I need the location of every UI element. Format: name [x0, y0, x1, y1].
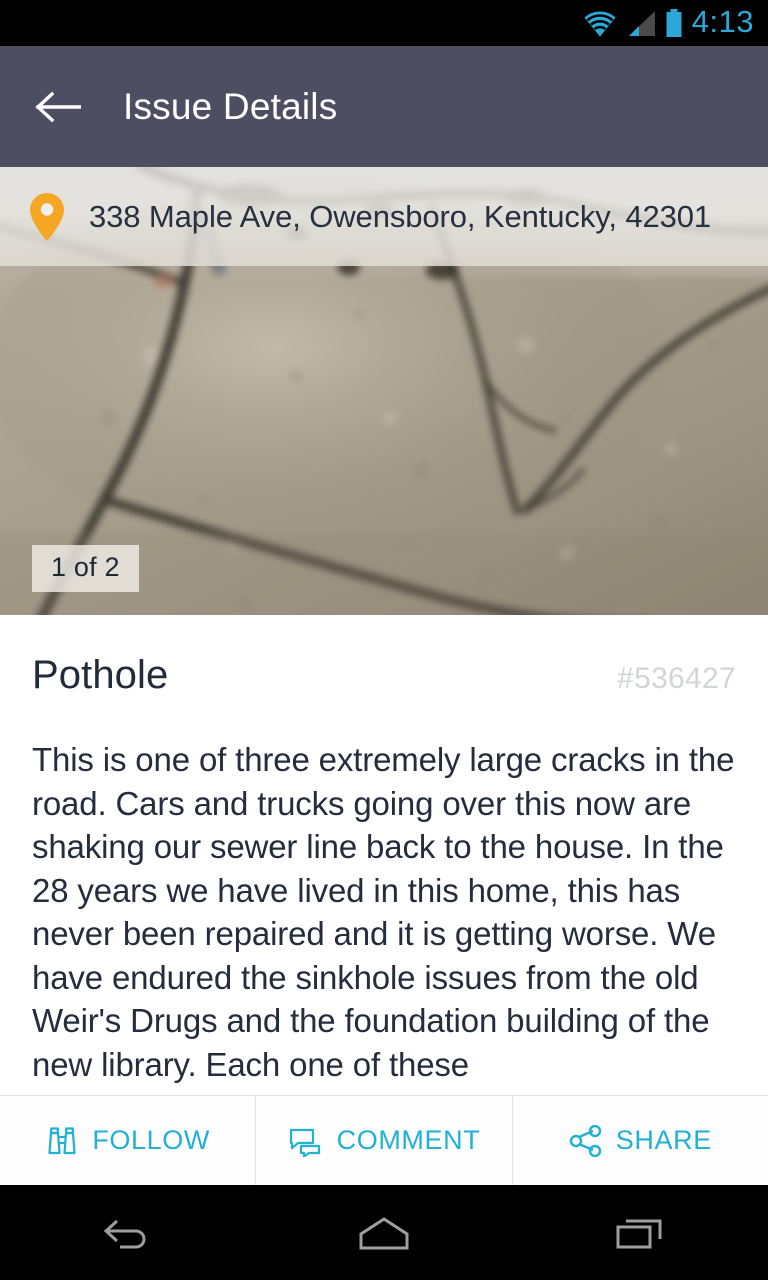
home-icon [359, 1216, 409, 1249]
phone-screen: 4:13 Issue Details 338 Maple Ave, Owensb… [0, 0, 768, 1280]
follow-button[interactable]: FOLLOW [0, 1096, 256, 1185]
status-time: 4:13 [691, 4, 754, 39]
issue-photo[interactable]: 338 Maple Ave, Owensboro, Kentucky, 4230… [0, 167, 768, 615]
share-nodes-icon [569, 1124, 603, 1157]
follow-label: FOLLOW [92, 1125, 210, 1155]
share-button[interactable]: SHARE [511, 1096, 768, 1185]
issue-content: Pothole #536427 This is one of three ext… [0, 615, 768, 1095]
comment-button[interactable]: COMMENT [255, 1096, 512, 1185]
issue-header: Pothole #536427 [0, 615, 768, 698]
status-bar: 4:13 [0, 0, 768, 46]
back-button[interactable] [30, 79, 86, 135]
chat-bubbles-icon [288, 1125, 324, 1157]
photo-counter-badge: 1 of 2 [32, 545, 139, 592]
cellular-signal-icon [626, 10, 656, 37]
address-bar[interactable]: 338 Maple Ave, Owensboro, Kentucky, 4230… [0, 167, 768, 266]
action-bar: FOLLOW COMMENT SHARE [0, 1095, 768, 1185]
android-recents-button[interactable] [512, 1213, 768, 1253]
back-arrow-icon [103, 1219, 146, 1248]
android-nav-bar [0, 1185, 768, 1280]
page-title: Issue Details [123, 85, 338, 127]
android-home-button[interactable] [256, 1213, 512, 1253]
map-pin-icon [28, 192, 66, 242]
issue-title: Pothole [32, 653, 169, 697]
address-label: 338 Maple Ave, Owensboro, Kentucky, 4230… [89, 198, 712, 234]
battery-icon [665, 8, 683, 38]
app-bar: Issue Details [0, 46, 768, 167]
back-arrow-icon [35, 91, 81, 122]
android-back-button[interactable] [0, 1213, 256, 1253]
issue-description: This is one of three extremely large cra… [32, 741, 735, 1083]
recents-icon [616, 1219, 662, 1248]
issue-id: #536427 [617, 662, 736, 695]
share-label: SHARE [615, 1125, 712, 1155]
binoculars-icon [45, 1124, 79, 1158]
comment-label: COMMENT [336, 1125, 481, 1155]
wifi-icon [583, 10, 617, 37]
